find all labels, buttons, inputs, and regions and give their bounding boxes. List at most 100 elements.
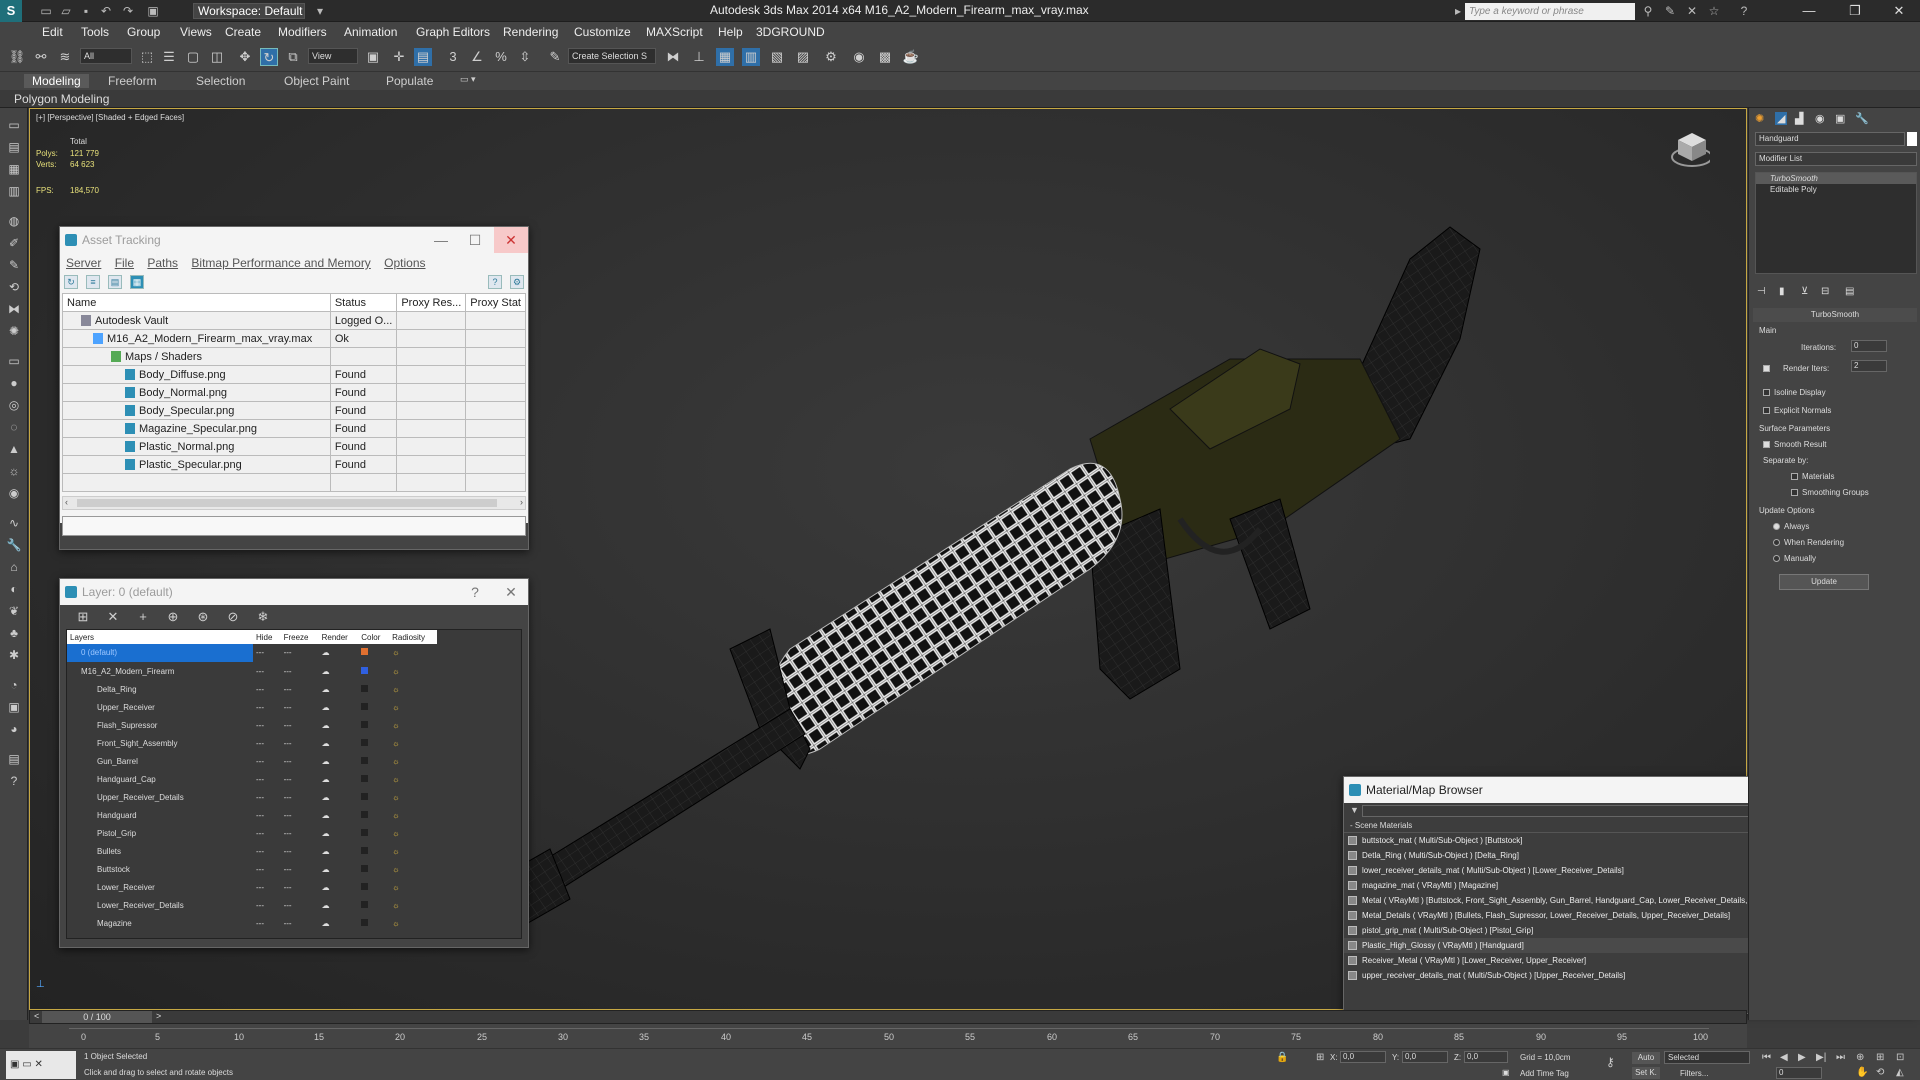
motion-tab-icon[interactable]: ◉ [1815,112,1825,125]
table-icon[interactable]: ▥ [5,182,23,200]
refresh-icon[interactable]: ↻ [64,275,78,289]
set-key-button[interactable]: Set K. [1632,1067,1660,1079]
dropdown-arrow-icon[interactable]: ▾ [312,3,328,19]
close-button[interactable]: ✕ [494,227,528,253]
layer-color-swatch[interactable] [361,918,369,926]
y-coordinate-field[interactable]: 0,0 [1402,1051,1448,1063]
edit-named-selection-icon[interactable]: ✎ [546,48,564,66]
configure-sets-icon[interactable]: ▤ [1845,286,1854,297]
tab-freeform[interactable]: Freeform [108,74,157,88]
explicit-normals-checkbox[interactable]: Explicit Normals [1763,406,1831,415]
select-icon[interactable]: ▦ [5,160,23,178]
layer-row[interactable]: Handguard_Cap --- --- ☁ ☼ [67,770,437,789]
mirror-tool-icon[interactable]: ⧓ [5,300,23,318]
manually-radio[interactable]: Manually [1773,554,1816,563]
menu-create[interactable]: Create [225,25,261,39]
add-to-layer-icon[interactable]: + [134,608,152,626]
new-icon[interactable]: ▭ [38,3,54,19]
layer-row[interactable]: Handguard --- --- ☁ ☼ [67,806,437,825]
layer-color-swatch[interactable] [361,828,369,836]
table-row[interactable]: Plastic_Normal.png Found [62,437,526,456]
layer-row[interactable]: Lower_Receiver_Details --- --- ☁ ☼ [67,896,437,915]
maximize-viewport-icon[interactable]: ⊡ [1896,1052,1904,1063]
save-icon[interactable]: ▪ [78,3,94,19]
key-icon[interactable]: ⚷ [1606,1055,1615,1069]
search-input[interactable]: Type a keyword or phrase [1465,3,1635,20]
show-end-result-icon[interactable]: ▮ [1779,286,1785,297]
tab-object-paint[interactable]: Object Paint [284,74,349,88]
options-icon[interactable]: ⚙ [510,275,524,289]
help-icon[interactable]: ? [488,275,502,289]
menu-maxscript[interactable]: MAXScript [646,25,703,39]
layer-color-swatch[interactable] [361,702,369,710]
table-row[interactable]: M16_A2_Modern_Firearm_max_vray.max Ok [62,329,526,348]
col-proxy-stat[interactable]: Proxy Stat [465,293,526,312]
camera-icon[interactable]: ◔ [5,676,23,694]
smoothing-groups-checkbox[interactable]: Smoothing Groups [1791,488,1869,497]
tab-modeling[interactable]: Modeling [24,74,89,88]
particle-icon[interactable]: ✱ [5,646,23,664]
table-view-icon[interactable]: ▦ [130,275,144,289]
select-by-name-icon[interactable]: ☰ [160,48,178,66]
layer-titlebar[interactable]: Layer: 0 (default) ? ✕ [60,579,528,605]
z-coordinate-field[interactable]: 0,0 [1464,1051,1508,1063]
menu-tools[interactable]: Tools [81,25,109,39]
move-icon[interactable]: ✥ [236,48,254,66]
favorites-icon[interactable]: ☆ [1706,3,1722,19]
light-icon[interactable]: ✺ [5,322,23,340]
scroll-left-icon[interactable]: ‹ [65,497,68,507]
layer-color-swatch[interactable] [361,882,369,890]
maxscript-listener-field[interactable]: ▣ ▭ ✕ [6,1051,76,1079]
mirror-icon[interactable]: ⧓ [664,48,682,66]
viewcube[interactable] [1670,129,1710,169]
named-selection-dropdown[interactable]: Create Selection S [568,48,656,64]
scroll-right-icon[interactable]: › [520,497,523,507]
object-color-swatch[interactable] [1907,132,1917,146]
table-row[interactable]: Autodesk Vault Logged O... [62,311,526,330]
maximize-button[interactable]: ☐ [458,227,492,253]
curve-editor-icon[interactable]: ▨ [794,48,812,66]
menu-customize[interactable]: Customize [574,25,631,39]
subscription-icon[interactable]: ✕ [1684,3,1700,19]
col-name[interactable]: Name [62,293,331,312]
col-status[interactable]: Status [329,293,398,312]
selection-filter-dropdown[interactable]: All [80,48,132,64]
app-logo-icon[interactable]: S [0,0,22,22]
col-layers[interactable]: Layers [67,630,253,644]
sun-icon[interactable]: ☼ [5,462,23,480]
menu-views[interactable]: Views [180,25,212,39]
brush-icon[interactable]: ✐ [5,234,23,252]
menu-rendering[interactable]: Rendering [503,25,558,39]
box-icon[interactable]: ▭ [5,352,23,370]
menu-server[interactable]: Server [66,256,101,270]
tab-populate[interactable]: Populate [386,74,433,88]
keyboard-shortcut-icon[interactable]: ▤ [414,48,432,66]
scroll-thumb[interactable] [77,499,497,507]
maximize-button[interactable]: ❐ [1832,0,1878,22]
search-arrow-icon[interactable]: ▸ [1450,3,1466,19]
render-iters-checkbox[interactable] [1763,364,1774,373]
render-icon[interactable]: ▣ [5,698,23,716]
select-object-icon[interactable]: ⬚ [138,48,156,66]
layer-row[interactable]: Buttstock --- --- ☁ ☼ [67,860,437,879]
create-tab-icon[interactable]: ✺ [1755,112,1764,125]
close-button[interactable]: ✕ [494,579,528,605]
bind-space-warp-icon[interactable]: ≋ [56,48,74,66]
col-freeze[interactable]: Freeze [281,630,319,644]
col-color[interactable]: Color [358,630,389,644]
globe-icon[interactable]: ◐ [5,580,23,598]
display-tab-icon[interactable]: ▣ [1835,112,1845,125]
ribbon-options-icon[interactable]: ▭ ▾ [460,74,476,85]
iterations-spinner[interactable]: 0 [1851,340,1887,352]
table-row[interactable]: Body_Normal.png Found [62,383,526,402]
current-frame-field[interactable]: 0 [1776,1067,1822,1079]
menu-group[interactable]: Group [127,25,160,39]
menu-paths[interactable]: Paths [147,256,178,270]
menu-3dground[interactable]: 3DGROUND [756,25,825,39]
track-bar[interactable] [69,1028,1709,1029]
time-slider-thumb[interactable]: 0 / 100 [42,1011,152,1023]
layer-row[interactable]: Upper_Receiver --- --- ☁ ☼ [67,698,437,717]
remove-modifier-icon[interactable]: ⊟ [1821,286,1829,297]
wrench-icon[interactable]: 🔧 [5,536,23,554]
cone-icon[interactable]: ▲ [5,440,23,458]
